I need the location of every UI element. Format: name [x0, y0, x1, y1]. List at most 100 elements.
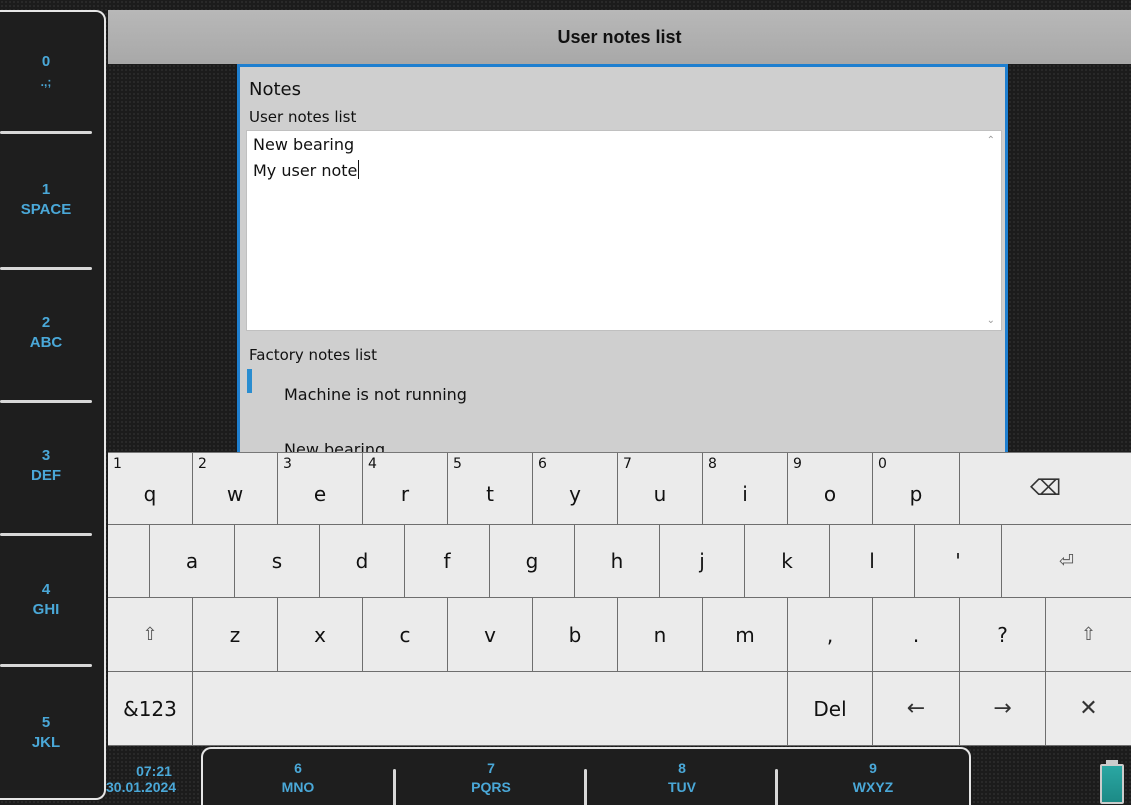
del-key[interactable]: Del: [788, 672, 873, 746]
key-n[interactable]: n: [618, 598, 703, 672]
enter-icon: ⏎: [1058, 550, 1075, 572]
page-title: User notes list: [108, 10, 1131, 64]
backspace-icon: ⌫: [1029, 476, 1062, 501]
softkey-number: 9: [869, 760, 877, 776]
softkey-number: 8: [678, 760, 686, 776]
softkey-label: GHI: [32, 601, 60, 618]
key-z[interactable]: z: [193, 598, 278, 672]
softkey-label: .,;: [40, 75, 52, 89]
key-e[interactable]: 3e: [278, 453, 363, 525]
key-k[interactable]: k: [745, 525, 830, 598]
key-m[interactable]: m: [703, 598, 788, 672]
key-l[interactable]: l: [830, 525, 915, 598]
key-c[interactable]: c: [363, 598, 448, 672]
key-v[interactable]: v: [448, 598, 533, 672]
user-notes-label: User notes list: [249, 108, 357, 126]
softkey-4[interactable]: 4 GHI: [0, 540, 92, 660]
close-icon: ✕: [1079, 696, 1098, 721]
softkey-3[interactable]: 3 DEF: [0, 406, 92, 526]
softkey-number: 4: [41, 581, 51, 598]
user-note-line: New bearing: [253, 135, 355, 154]
key-d[interactable]: d: [320, 525, 405, 598]
divider: [0, 267, 92, 270]
key-a[interactable]: a: [150, 525, 235, 598]
battery-icon: [1100, 764, 1124, 804]
key-apostrophe[interactable]: ': [915, 525, 1002, 598]
left-arrow-key[interactable]: ←: [873, 672, 960, 746]
selection-indicator: [247, 369, 252, 393]
softkey-1[interactable]: 1 SPACE: [0, 140, 92, 260]
softkey-6[interactable]: 6 MNO: [203, 759, 393, 805]
panel-title: Notes: [249, 79, 301, 100]
divider: [0, 533, 92, 536]
key-p[interactable]: 0p: [873, 453, 960, 525]
key-h[interactable]: h: [575, 525, 660, 598]
factory-note-item[interactable]: Machine is not running: [284, 385, 467, 404]
shift-icon: ⇧: [142, 624, 158, 645]
softkey-number: 1: [41, 181, 51, 198]
divider: [0, 664, 92, 667]
softkey-label: TUV: [668, 779, 696, 795]
key-x[interactable]: x: [278, 598, 363, 672]
status-date: 30.01.2024: [106, 779, 177, 795]
bottom-softkey-panel: 6 MNO 7 PQRS 8 TUV 9 WXYZ: [201, 747, 971, 805]
key-y[interactable]: 6y: [533, 453, 618, 525]
enter-key[interactable]: ⏎: [1002, 525, 1131, 598]
key-i[interactable]: 8i: [703, 453, 788, 525]
softkey-7[interactable]: 7 PQRS: [396, 759, 586, 805]
backspace-key[interactable]: ⌫: [960, 453, 1131, 525]
on-screen-keyboard: 1q 2w 3e 4r 5t 6y 7u 8i 9o 0p ⌫ a s d f …: [108, 452, 1131, 746]
divider: [0, 131, 92, 134]
right-arrow-key[interactable]: →: [960, 672, 1046, 746]
softkey-label: WXYZ: [852, 779, 894, 795]
softkey-number: 5: [41, 714, 51, 731]
notes-panel: Notes User notes list New bearing My use…: [237, 64, 1008, 454]
factory-notes-label: Factory notes list: [249, 346, 377, 364]
softkey-label: ABC: [29, 334, 63, 351]
key-question[interactable]: ?: [960, 598, 1046, 672]
softkey-number: 6: [294, 760, 302, 776]
softkey-number: 3: [41, 447, 51, 464]
key-s[interactable]: s: [235, 525, 320, 598]
softkey-number: 2: [41, 314, 51, 331]
softkey-label: DEF: [31, 467, 61, 484]
key-t[interactable]: 5t: [448, 453, 533, 525]
key-b[interactable]: b: [533, 598, 618, 672]
text-caret: [358, 160, 360, 179]
status-time: 07:21: [136, 763, 172, 779]
key-period[interactable]: .: [873, 598, 960, 672]
key-g[interactable]: g: [490, 525, 575, 598]
softkey-number: 7: [487, 760, 495, 776]
key-r[interactable]: 4r: [363, 453, 448, 525]
key-o[interactable]: 9o: [788, 453, 873, 525]
divider: [0, 400, 92, 403]
softkey-5[interactable]: 5 JKL: [0, 673, 92, 793]
numbers-toggle-key[interactable]: &123: [108, 672, 193, 746]
key-comma[interactable]: ,: [788, 598, 873, 672]
key-q[interactable]: 1q: [108, 453, 193, 525]
key-j[interactable]: j: [660, 525, 745, 598]
left-arrow-icon: ←: [906, 696, 926, 721]
softkey-label: MNO: [281, 779, 315, 795]
shift-icon: ⇧: [1080, 624, 1097, 645]
key-w[interactable]: 2w: [193, 453, 278, 525]
key-f[interactable]: f: [405, 525, 490, 598]
right-arrow-icon: →: [993, 696, 1012, 721]
space-bar[interactable]: [193, 672, 788, 746]
softkey-0[interactable]: 0 .,;: [0, 12, 92, 132]
shift-key-left[interactable]: ⇧: [108, 598, 193, 672]
softkey-label: JKL: [31, 734, 61, 751]
softkey-9[interactable]: 9 WXYZ: [778, 759, 968, 805]
user-note-line: My user note: [253, 160, 360, 180]
scroll-down-icon[interactable]: ⌄: [987, 315, 995, 326]
user-notes-textarea[interactable]: New bearing My user note ⌃ ⌄: [246, 130, 1002, 331]
scroll-up-icon[interactable]: ⌃: [987, 135, 995, 146]
key-u[interactable]: 7u: [618, 453, 703, 525]
softkey-number: 0: [41, 53, 51, 70]
softkey-2[interactable]: 2 ABC: [0, 273, 92, 393]
close-keyboard-key[interactable]: ✕: [1046, 672, 1131, 746]
softkey-label: SPACE: [20, 201, 72, 218]
shift-key-right[interactable]: ⇧: [1046, 598, 1131, 672]
key-spacer: [108, 525, 150, 598]
softkey-8[interactable]: 8 TUV: [587, 759, 777, 805]
